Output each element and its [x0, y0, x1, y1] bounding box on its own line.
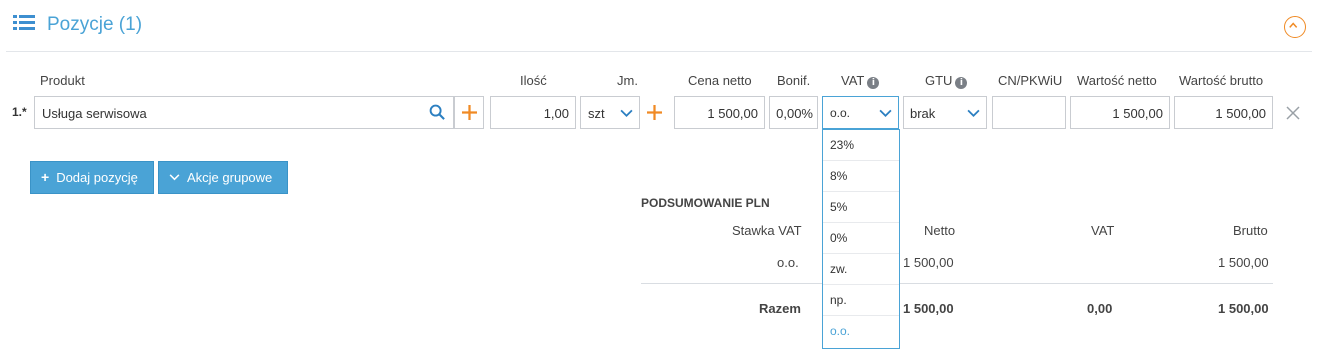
discount-value: 0,00% [776, 106, 813, 121]
summary-header-gross: Brutto [1233, 223, 1268, 238]
quantity-input[interactable]: 1,00 [490, 96, 576, 129]
summary-row-gross: 1 500,00 [1218, 255, 1269, 270]
close-icon[interactable] [1286, 106, 1300, 120]
plus-icon [647, 105, 662, 120]
gross-value: 1 500,00 [1215, 106, 1266, 121]
summary-row-net: 1 500,00 [903, 255, 954, 270]
chevron-down-icon [169, 174, 180, 181]
chevron-down-icon [879, 109, 892, 118]
chevron-down-icon [967, 109, 980, 118]
col-wartosc-netto: Wartość netto [1077, 73, 1157, 88]
info-icon[interactable]: i [867, 77, 880, 89]
col-gtu-header: GTU i [925, 73, 968, 89]
col-bonif: Bonif. [777, 73, 811, 88]
product-value: Usługa serwisowa [42, 106, 147, 121]
plus-icon [462, 105, 477, 120]
search-icon[interactable] [429, 104, 446, 121]
product-field[interactable]: Usługa serwisowa [34, 96, 454, 129]
row-number: 1.* [12, 105, 27, 119]
header-divider [6, 51, 1312, 52]
add-position-label: Dodaj pozycję [56, 170, 138, 185]
summary-divider [641, 283, 1273, 284]
summary-header-net: Netto [924, 223, 956, 238]
net-price-input[interactable]: 1 500,00 [674, 96, 765, 129]
cn-pkwiu-input[interactable] [992, 96, 1066, 129]
summary-total-net: 1 500,00 [903, 301, 954, 316]
summary-title: PODSUMOWANIE PLN [641, 196, 770, 210]
info-icon[interactable]: i [955, 77, 968, 89]
vat-option[interactable]: 5% [823, 192, 899, 223]
summary-total-vat: 0,00 [1087, 301, 1113, 316]
list-icon [13, 15, 35, 30]
collapse-button[interactable] [1284, 16, 1306, 38]
group-actions-button[interactable]: Akcje grupowe [158, 161, 288, 194]
summary-total-label: Razem [759, 301, 801, 316]
net-value: 1 500,00 [1112, 106, 1163, 121]
add-product-button[interactable] [454, 96, 484, 129]
vat-option[interactable]: zw. [823, 254, 899, 285]
group-actions-label: Akcje grupowe [187, 170, 273, 185]
summary-header-vat: VAT [1091, 223, 1115, 238]
unit-value: szt [588, 106, 605, 121]
vat-option-selected[interactable]: o.o. [823, 316, 899, 347]
plus-icon: + [41, 169, 50, 185]
chevron-down-icon [620, 109, 633, 118]
chevron-up-icon [1289, 22, 1298, 28]
col-gtu: GTU [925, 73, 953, 88]
col-cn: CN/PKWiU [998, 73, 1063, 88]
col-jm: Jm. [617, 73, 638, 88]
col-wartosc-brutto: Wartość brutto [1179, 73, 1264, 88]
col-produkt: Produkt [40, 73, 85, 88]
vat-option[interactable]: 23% [823, 130, 899, 161]
net-value-input[interactable]: 1 500,00 [1070, 96, 1170, 129]
vat-option[interactable]: 8% [823, 161, 899, 192]
col-vat-header: VAT i [841, 73, 880, 89]
net-price-value: 1 500,00 [707, 106, 758, 121]
vat-dropdown-list: 23% 8% 5% 0% zw. np. o.o. [822, 129, 900, 349]
summary-total-gross: 1 500,00 [1218, 301, 1269, 316]
vat-value: o.o. [830, 106, 851, 120]
col-ilosc: Ilość [520, 73, 547, 88]
col-vat: VAT [841, 73, 865, 88]
vat-select[interactable]: o.o. [822, 96, 899, 129]
add-position-button[interactable]: + Dodaj pozycję [30, 161, 154, 194]
col-cena-netto: Cena netto [688, 73, 752, 88]
discount-input[interactable]: 0,00% [769, 96, 818, 129]
section-title: Pozycje (1) [47, 14, 143, 35]
add-unit-button[interactable] [642, 96, 670, 129]
gtu-value: brak [910, 106, 936, 121]
vat-option[interactable]: 0% [823, 223, 899, 254]
gross-value-input[interactable]: 1 500,00 [1174, 96, 1273, 129]
gtu-select[interactable]: brak [903, 96, 987, 129]
vat-option[interactable]: np. [823, 285, 899, 316]
unit-select[interactable]: szt [580, 96, 640, 129]
quantity-value: 1,00 [543, 106, 569, 121]
summary-header-rate: Stawka VAT [732, 223, 802, 238]
summary-row-rate: o.o. [777, 255, 799, 270]
